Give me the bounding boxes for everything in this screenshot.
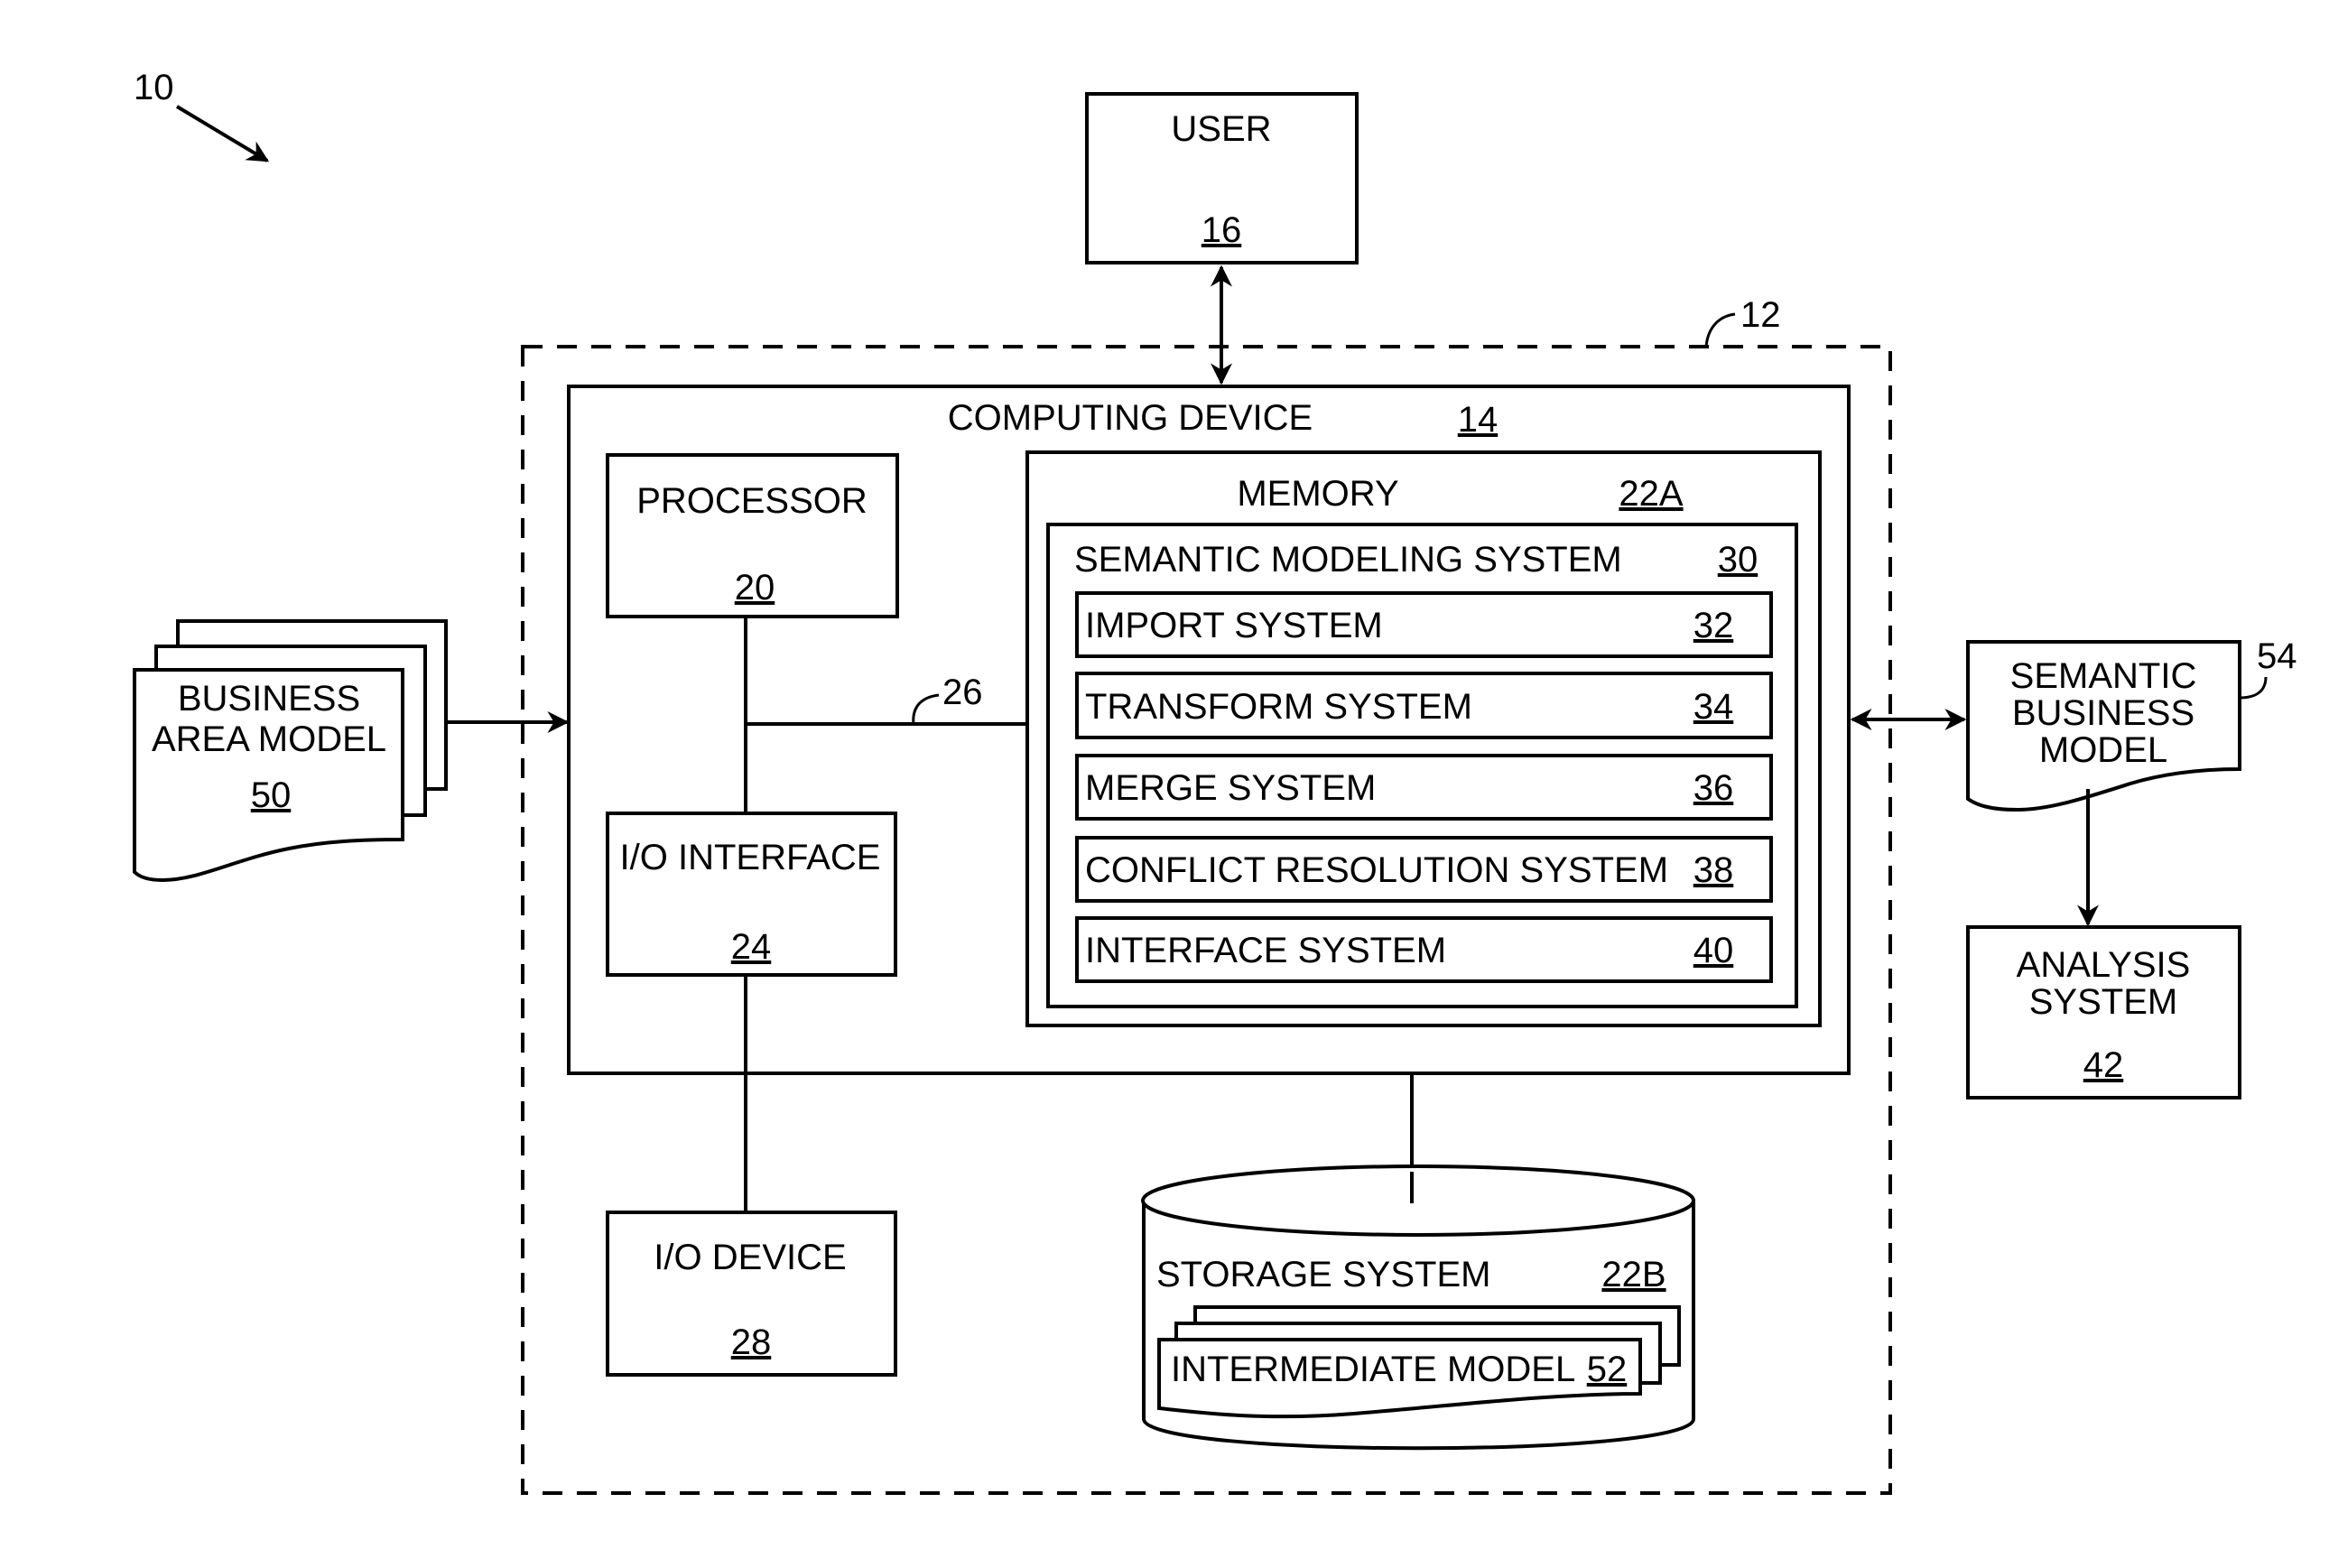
memory-label: MEMORY [1237,474,1398,514]
processor-ref: 20 [735,568,775,608]
processor-label: PROCESSOR [636,481,868,521]
figure-ref-label: 10 [134,68,174,107]
semantic-modeling-system-label: SEMANTIC MODELING SYSTEM [1074,540,1622,580]
semantic-modeling-system-ref: 30 [1718,540,1758,580]
semantic-business-model-document[interactable]: SEMANTIC BUSINESS MODEL 54 [1966,636,2297,812]
analysis-system-line-1: ANALYSIS [2017,945,2191,985]
subsystem-transform[interactable]: TRANSFORM SYSTEM 34 [1075,672,1773,739]
business-area-model-ref: 50 [251,775,292,815]
subsystem-label: INTERFACE SYSTEM [1085,931,1446,970]
user-label: USER [1171,109,1271,149]
subsystem-ref: 34 [1693,687,1734,727]
user-ref: 16 [1202,210,1242,250]
figure-ref-arrow [175,105,270,162]
analysis-system-ref: 42 [2083,1045,2124,1085]
cylinder-top [1141,1164,1695,1237]
business-area-model-line-2: AREA MODEL [152,719,386,759]
subsystem-ref: 36 [1693,768,1734,808]
semantic-business-model-line-1: SEMANTIC [2010,656,2197,696]
subsystem-merge[interactable]: MERGE SYSTEM 36 [1075,754,1773,821]
business-area-model-line-1: BUSINESS [178,679,360,719]
computing-device-label: COMPUTING DEVICE [948,398,1313,438]
subsystem-interface[interactable]: INTERFACE SYSTEM 40 [1075,916,1773,983]
subsystem-conflict-resolution[interactable]: CONFLICT RESOLUTION SYSTEM 38 [1075,836,1773,903]
processor-box[interactable]: PROCESSOR 20 [606,453,899,618]
subsystem-ref: 38 [1693,850,1734,890]
subsystem-label: IMPORT SYSTEM [1085,606,1383,645]
subsystem-import[interactable]: IMPORT SYSTEM 32 [1075,591,1773,658]
subsystem-ref: 32 [1693,606,1734,645]
semantic-business-model-line-3: MODEL [2039,730,2167,770]
io-device-box[interactable]: I/O DEVICE 28 [606,1211,897,1377]
io-interface-label: I/O INTERFACE [620,838,881,877]
semantic-business-model-line-2: BUSINESS [2012,693,2194,733]
analysis-system-line-2: SYSTEM [2029,982,2177,1022]
storage-system-label: STORAGE SYSTEM [1156,1255,1490,1294]
subsystem-ref: 40 [1693,931,1734,970]
system-diagram: 10 USER 16 12 COMPUTING DEVICE 14 PROCES… [133,68,2297,1495]
memory-ref: 22A [1619,474,1683,514]
io-interface-box[interactable]: I/O INTERFACE 24 [606,812,897,977]
environment-ref: 12 [1740,295,1781,335]
bus-ref: 26 [942,673,983,712]
io-device-ref: 28 [731,1322,772,1362]
environment-ref-leader [1704,312,1736,348]
subsystem-label: CONFLICT RESOLUTION SYSTEM [1085,850,1668,890]
analysis-system-box[interactable]: ANALYSIS SYSTEM 42 [1966,925,2241,1099]
io-device-label: I/O DEVICE [654,1238,846,1277]
intermediate-model-label: INTERMEDIATE MODEL [1171,1350,1575,1389]
computing-device-ref: 14 [1458,400,1499,440]
intermediate-model-ref: 52 [1587,1350,1628,1389]
storage-system-ref: 22B [1601,1255,1666,1294]
subsystem-label: MERGE SYSTEM [1085,768,1376,808]
semantic-business-model-ref: 54 [2257,636,2297,676]
io-interface-ref: 24 [731,927,772,967]
subsystem-label: TRANSFORM SYSTEM [1085,687,1472,727]
business-area-model-document[interactable]: BUSINESS AREA MODEL 50 [133,619,448,883]
semantic-business-model-ref-leader [2239,676,2268,700]
user-box[interactable]: USER 16 [1085,92,1359,264]
